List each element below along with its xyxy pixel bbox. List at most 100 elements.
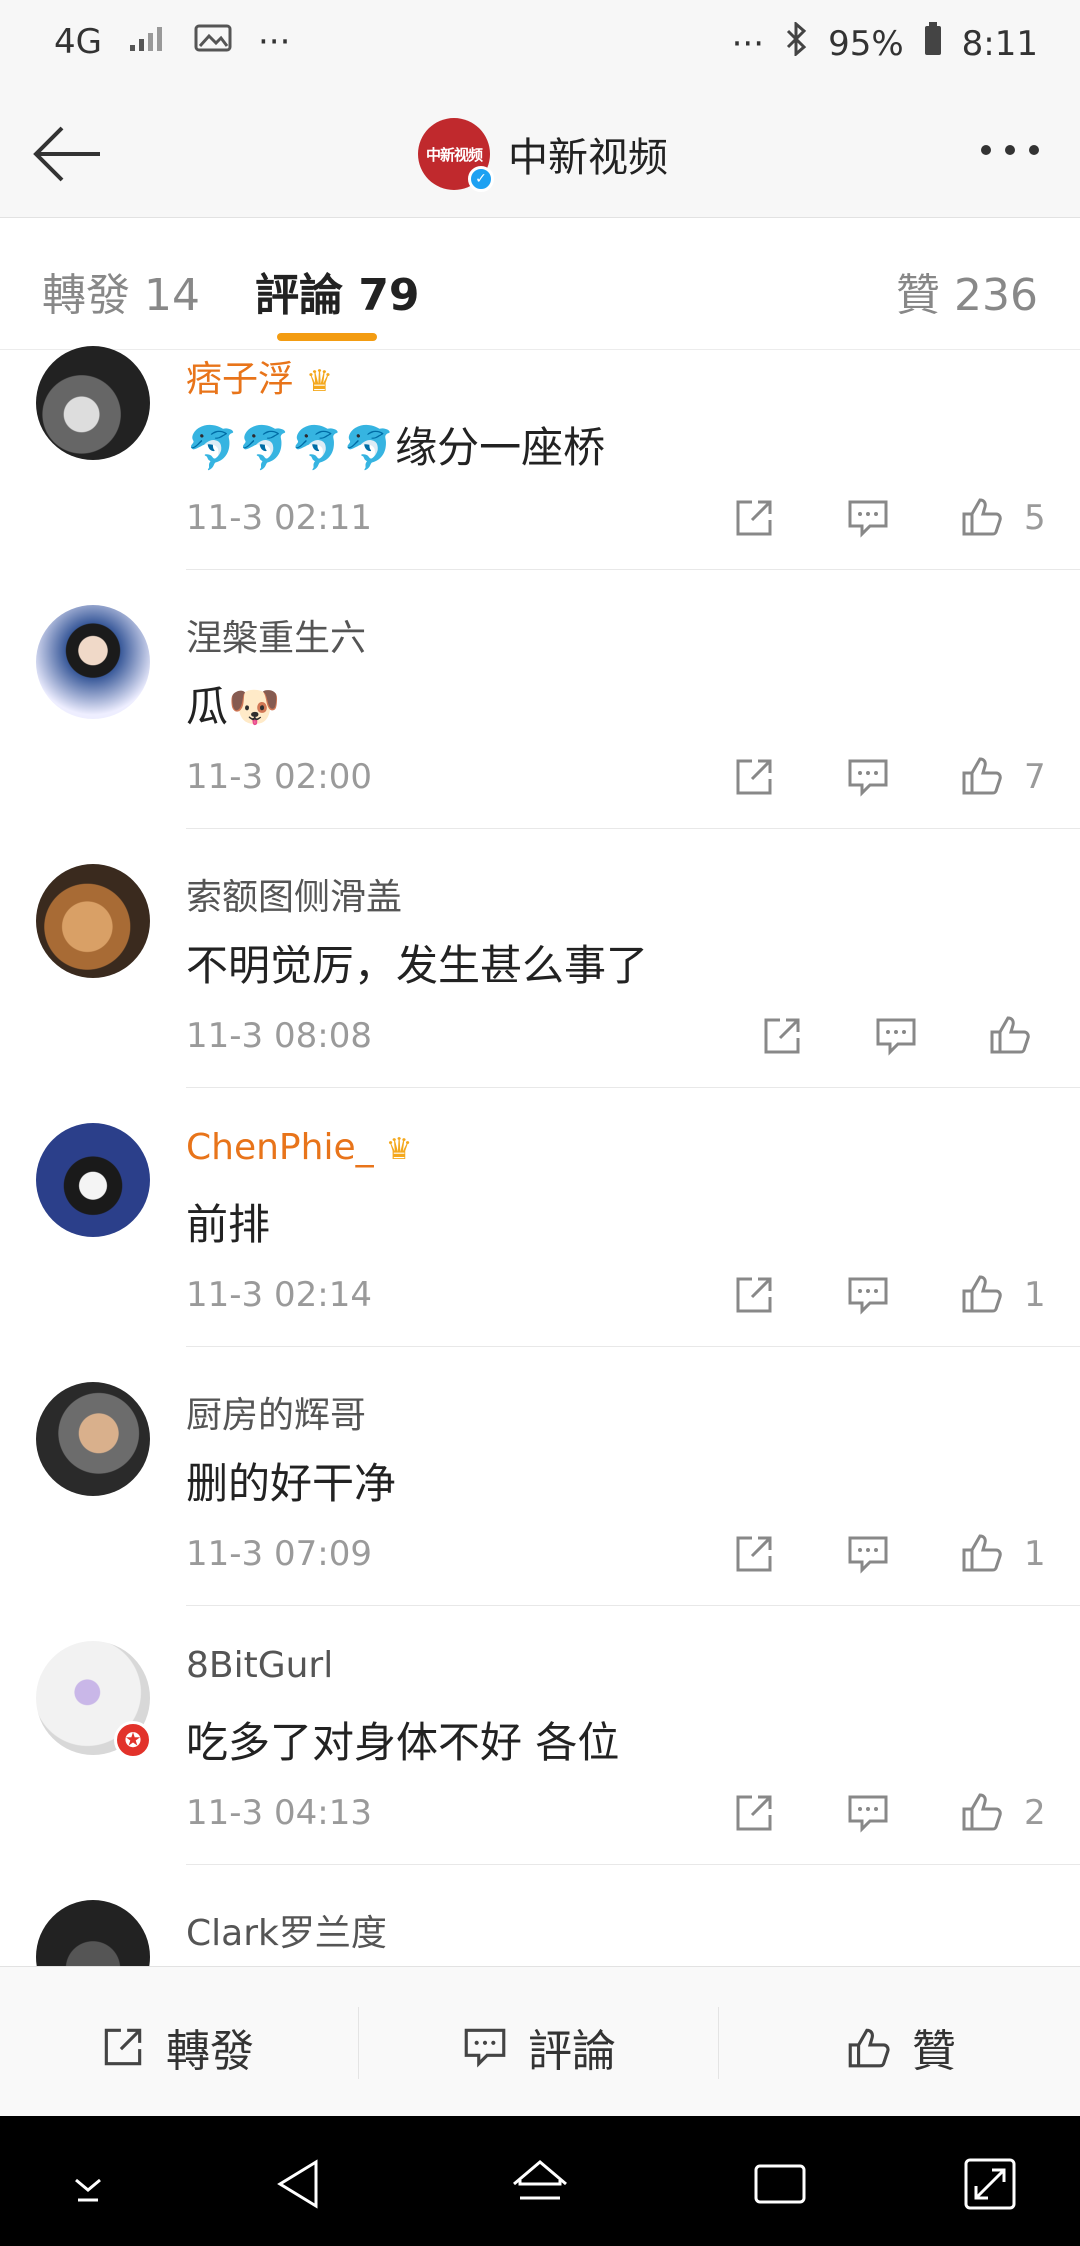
divider [186,1346,1080,1347]
username-text: ChenPhie_ [186,1127,374,1168]
username[interactable]: 索额图侧滑盖 [186,868,402,920]
reply-icon[interactable] [844,753,892,801]
avatar[interactable] [36,864,150,978]
like-count: 5 [1024,498,1046,538]
tab-comments[interactable]: 評論 79 [255,259,420,323]
reply-icon[interactable] [872,1012,920,1060]
comment-item: Clark罗兰度 [0,1890,1080,1966]
comment-time: 11-3 02:14 [186,1275,372,1315]
comment-icon [464,2028,506,2068]
reply-icon[interactable] [844,1271,892,1319]
comment-time: 11-3 07:09 [186,1534,372,1574]
comment-text: 前排 [186,1200,271,1249]
hide-keyboard-icon[interactable] [58,2154,118,2214]
image-icon [194,22,232,62]
avatar[interactable] [36,1123,150,1237]
home-nav-icon[interactable] [510,2154,570,2214]
like-icon[interactable] [958,751,1006,799]
system-navigation-bar [0,2116,1080,2246]
signal-icon [128,22,168,62]
bottom-action-bar: 轉發 評論 贊 [0,1966,1080,2116]
account-logo-text: 中新视频 [425,145,483,164]
share-icon [104,2028,142,2066]
tab-likes[interactable]: 贊 236 [896,259,1038,323]
share-icon[interactable] [730,1789,778,1837]
share-icon[interactable] [730,1271,778,1319]
reply-icon[interactable] [844,1530,892,1578]
back-arrow-icon[interactable] [28,114,108,194]
reply-icon[interactable] [844,494,892,542]
comment-item: ✪ 8BitGurl 吃多了对身体不好 各位 11-3 04:13 2 [0,1631,1080,1890]
share-icon[interactable] [730,753,778,801]
avatar[interactable]: ✪ [36,1641,152,1759]
recents-nav-icon[interactable] [750,2154,810,2214]
like-icon[interactable] [958,492,1006,540]
comment-time: 11-3 02:11 [186,498,372,538]
repost-label: 轉發 [166,2026,254,2077]
username[interactable]: 厨房的辉哥 [186,1386,366,1438]
divider [718,2007,719,2079]
comment-text: 删的好干净 [186,1459,397,1508]
comment-text: 🐬🐬🐬🐬缘分一座桥 [186,423,606,472]
avatar[interactable] [36,1382,150,1496]
like-icon[interactable] [958,1528,1006,1576]
comment-time: 11-3 02:00 [186,757,372,797]
divider [186,1087,1080,1088]
divider [186,569,1080,570]
username[interactable]: Clark罗兰度 [186,1904,387,1956]
reply-icon[interactable] [844,1789,892,1837]
divider [186,1864,1080,1865]
username[interactable]: 涅槃重生六 [186,609,366,661]
crown-icon: ♛ [306,363,333,399]
comment-item: 厨房的辉哥 删的好干净 11-3 07:09 1 [0,1372,1080,1631]
comment-button[interactable]: 評論 [460,2015,616,2079]
more-status-right: ··· [731,23,765,64]
comment-item: 索额图侧滑盖 不明觉厉，发生甚么事了 11-3 08:08 [0,854,1080,1113]
divider [186,1605,1080,1606]
username[interactable]: 痞子浮 ♛ [186,350,333,402]
like-icon[interactable] [958,1787,1006,1835]
like-count: 1 [1024,1275,1046,1315]
like-icon [848,2028,890,2068]
status-bar: 4G ··· ··· 95% 8:11 [0,0,1080,90]
battery-icon [924,22,942,65]
back-nav-icon[interactable] [270,2154,330,2214]
account-avatar: 中新视频 ✓ [418,118,494,192]
avatar[interactable] [36,1900,150,1966]
tab-repost[interactable]: 轉發 14 [42,259,200,323]
rotate-screen-icon[interactable] [960,2154,1020,2214]
more-options-icon[interactable] [970,130,1050,170]
battery-percent: 95% [828,23,904,64]
comment-label: 評論 [528,2026,616,2077]
username[interactable]: 8BitGurl [186,1645,333,1686]
avatar[interactable] [36,346,150,460]
like-button[interactable]: 贊 [844,2015,956,2079]
username[interactable]: ChenPhie_ ♛ [186,1127,413,1168]
username-text: 痞子浮 [186,359,295,400]
comment-item: ChenPhie_ ♛ 前排 11-3 02:14 1 [0,1113,1080,1372]
like-count: 7 [1024,757,1046,797]
network-indicator: 4G [54,22,102,62]
crown-icon: ♛ [385,1131,413,1167]
like-label: 贊 [912,2026,956,2077]
comment-time: 11-3 04:13 [186,1793,372,1833]
like-icon[interactable] [986,1010,1034,1058]
comment-item: 痞子浮 ♛ 🐬🐬🐬🐬缘分一座桥 11-3 02:11 5 [0,336,1080,595]
bluetooth-icon [784,20,808,65]
share-icon[interactable] [730,1530,778,1578]
share-icon[interactable] [758,1012,806,1060]
comment-item: 涅槃重生六 瓜🐶 11-3 02:00 7 [0,595,1080,854]
repost-button[interactable]: 轉發 [98,2015,254,2079]
like-icon[interactable] [958,1269,1006,1317]
tab-bar: 轉發 14 評論 79 贊 236 [0,219,1080,350]
share-icon[interactable] [730,494,778,542]
like-count: 1 [1024,1534,1046,1574]
divider [186,828,1080,829]
more-status-left: ··· [257,22,291,62]
divider [358,2007,359,2079]
account-header[interactable]: 中新视频 ✓ 中新视频 [418,118,668,192]
avatar[interactable] [36,605,150,719]
comment-text: 瓜🐶 [186,682,281,731]
verified-star-badge-icon: ✪ [114,1721,152,1759]
top-navigation: 中新视频 ✓ 中新视频 [0,90,1080,218]
